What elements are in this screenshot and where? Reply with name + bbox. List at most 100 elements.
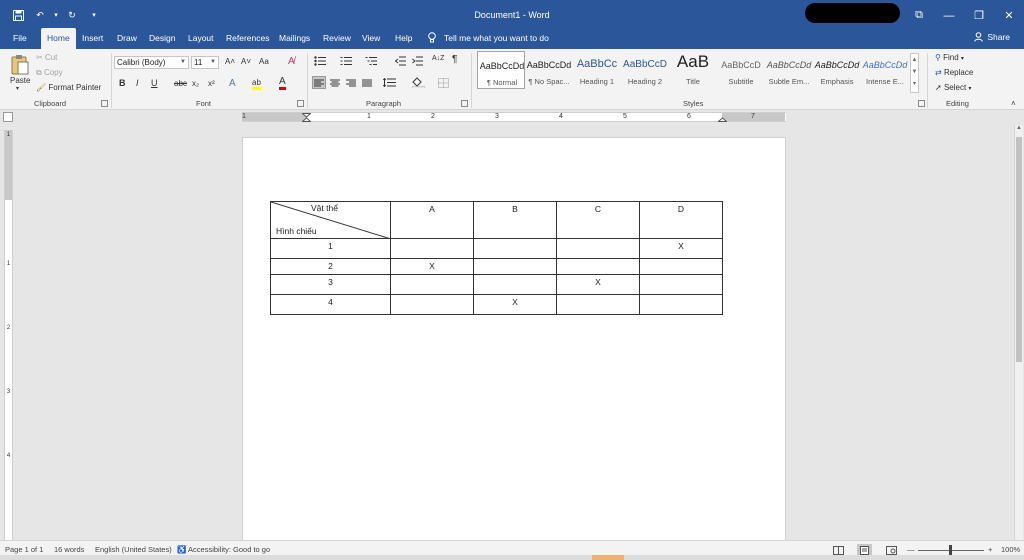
table-cell[interactable]: X xyxy=(473,294,557,315)
row-label[interactable]: 2 xyxy=(270,258,391,275)
vertical-ruler[interactable]: 1 1 2 3 4 xyxy=(4,130,13,540)
column-header-c[interactable]: C xyxy=(556,201,640,239)
shrink-font-icon[interactable]: A˅ xyxy=(241,57,251,66)
table-cell[interactable]: X xyxy=(390,258,474,275)
scroll-up-icon[interactable]: ▲ xyxy=(1015,125,1023,135)
tab-review[interactable]: Review xyxy=(323,28,351,49)
chevron-up-icon[interactable]: ▲ xyxy=(911,54,918,66)
table-cell[interactable] xyxy=(556,258,640,275)
tab-help[interactable]: Help xyxy=(395,28,412,49)
table-cell[interactable] xyxy=(556,294,640,315)
column-header-b[interactable]: B xyxy=(473,201,557,239)
tab-design[interactable]: Design xyxy=(149,28,175,49)
shading-icon[interactable] xyxy=(410,76,426,89)
tab-view[interactable]: View xyxy=(362,28,380,49)
font-launcher-icon[interactable] xyxy=(297,100,304,107)
sort-icon[interactable]: A↓Z xyxy=(432,55,444,62)
subscript-button[interactable]: x₂ xyxy=(192,79,199,88)
table-cell[interactable] xyxy=(473,274,557,295)
italic-button[interactable]: I xyxy=(136,78,139,88)
restore-button[interactable]: ❐ xyxy=(964,0,994,31)
strikethrough-button[interactable]: abc xyxy=(174,79,187,88)
zoom-in-button[interactable]: + xyxy=(988,545,992,554)
scrollbar-thumb[interactable] xyxy=(1016,137,1022,362)
increase-indent-icon[interactable] xyxy=(411,55,423,67)
paragraph-launcher-icon[interactable] xyxy=(461,100,468,107)
row-label[interactable]: 3 xyxy=(270,274,391,295)
superscript-button[interactable]: x² xyxy=(208,79,215,88)
tab-home[interactable]: Home xyxy=(41,28,76,49)
tab-layout[interactable]: Layout xyxy=(188,28,214,49)
table-cell[interactable]: X xyxy=(639,238,723,259)
style-no-spacing[interactable]: AaBbCcDd ¶ No Spac... xyxy=(525,51,573,89)
table-cell[interactable] xyxy=(639,258,723,275)
select-button[interactable]: ➚ Select ▾ xyxy=(935,83,971,92)
table-cell[interactable] xyxy=(390,238,474,259)
format-painter-button[interactable]: 🖌 Format Painter xyxy=(36,83,101,92)
column-header-d[interactable]: D xyxy=(639,201,723,239)
paste-icon[interactable] xyxy=(10,53,30,75)
line-spacing-icon[interactable] xyxy=(381,76,397,89)
find-button[interactable]: ⚲ Find ▾ xyxy=(935,53,964,62)
table-cell[interactable]: X xyxy=(556,274,640,295)
align-right-icon[interactable] xyxy=(344,76,358,89)
row-label[interactable]: 4 xyxy=(270,294,391,315)
tab-draw[interactable]: Draw xyxy=(117,28,137,49)
more-styles-icon[interactable]: ▾ xyxy=(911,78,918,90)
align-left-icon[interactable] xyxy=(312,76,326,89)
accessibility-checker[interactable]: ♿ Accessibility: Good to go xyxy=(177,545,270,554)
ribbon-display-options-icon[interactable]: ⧉ xyxy=(904,0,934,31)
table-cell[interactable] xyxy=(639,294,723,315)
decrease-indent-icon[interactable] xyxy=(394,55,406,67)
zoom-level[interactable]: 100% xyxy=(1001,545,1020,554)
align-center-icon[interactable] xyxy=(328,76,342,89)
collapse-ribbon-icon[interactable]: ˄ xyxy=(1011,99,1016,108)
clear-formatting-icon[interactable]: A̸ xyxy=(288,56,295,67)
tab-insert[interactable]: Insert xyxy=(82,28,103,49)
cut-button[interactable]: ✂ Cut xyxy=(36,53,57,62)
style-intense-emphasis[interactable]: AaBbCcDd Intense E... xyxy=(861,51,909,89)
row-label[interactable]: 1 xyxy=(270,238,391,259)
indent-marker-icon[interactable] xyxy=(302,113,311,122)
underline-button[interactable]: U xyxy=(151,78,158,88)
language-indicator[interactable]: English (United States) xyxy=(95,545,172,554)
word-count[interactable]: 16 words xyxy=(54,545,84,554)
replace-button[interactable]: ⇄ Replace xyxy=(935,68,973,77)
style-subtle-emphasis[interactable]: AaBbCcDd Subtle Em... xyxy=(765,51,813,89)
zoom-out-button[interactable]: — xyxy=(907,545,915,554)
page-count[interactable]: Page 1 of 1 xyxy=(5,545,43,554)
style-heading-2[interactable]: AaBbCcD Heading 2 xyxy=(621,51,669,89)
style-subtitle[interactable]: AaBbCcD Subtitle xyxy=(717,51,765,89)
table-cell[interactable] xyxy=(473,238,557,259)
tab-references[interactable]: References xyxy=(226,28,269,49)
font-color-icon[interactable]: A xyxy=(279,77,286,90)
vertical-scrollbar[interactable]: ▲ xyxy=(1014,125,1023,540)
styles-gallery-scroll[interactable]: ▲ ▼ ▾ xyxy=(910,53,919,93)
multilevel-list-icon[interactable] xyxy=(364,55,378,67)
minimize-button[interactable]: — xyxy=(934,0,964,31)
highlight-color-icon[interactable]: ab xyxy=(252,78,261,90)
table-cell[interactable] xyxy=(639,274,723,295)
change-case-icon[interactable]: Aa xyxy=(259,57,269,66)
horizontal-ruler[interactable]: 1 1 2 3 4 5 6 7 xyxy=(242,112,786,122)
justify-icon[interactable] xyxy=(360,76,374,89)
text-effects-icon[interactable]: A xyxy=(229,78,236,89)
bold-button[interactable]: B xyxy=(119,78,126,88)
paste-dropdown-icon[interactable]: ▾ xyxy=(16,85,19,92)
close-button[interactable]: ✕ xyxy=(994,0,1024,31)
clipboard-launcher-icon[interactable] xyxy=(101,100,108,107)
copy-button[interactable]: ⧉ Copy xyxy=(36,68,63,78)
font-size-select[interactable]: 11 ▼ xyxy=(191,56,219,69)
document-page[interactable]: Vật thể Hình chiếu A B C D 1 X 2 X 3 X 4… xyxy=(242,137,786,547)
table-cell[interactable] xyxy=(473,258,557,275)
column-header-a[interactable]: A xyxy=(390,201,474,239)
table-cell[interactable] xyxy=(556,238,640,259)
style-title[interactable]: AaB Title xyxy=(669,51,717,89)
tab-file[interactable]: File xyxy=(13,28,27,49)
tab-selector[interactable] xyxy=(3,112,13,122)
zoom-slider-thumb[interactable] xyxy=(949,545,952,555)
document-table[interactable]: Vật thể Hình chiếu A B C D 1 X 2 X 3 X 4… xyxy=(270,201,723,315)
show-formatting-marks-icon[interactable]: ¶ xyxy=(452,54,457,65)
borders-icon[interactable] xyxy=(436,76,450,89)
bullets-icon[interactable] xyxy=(313,55,327,67)
